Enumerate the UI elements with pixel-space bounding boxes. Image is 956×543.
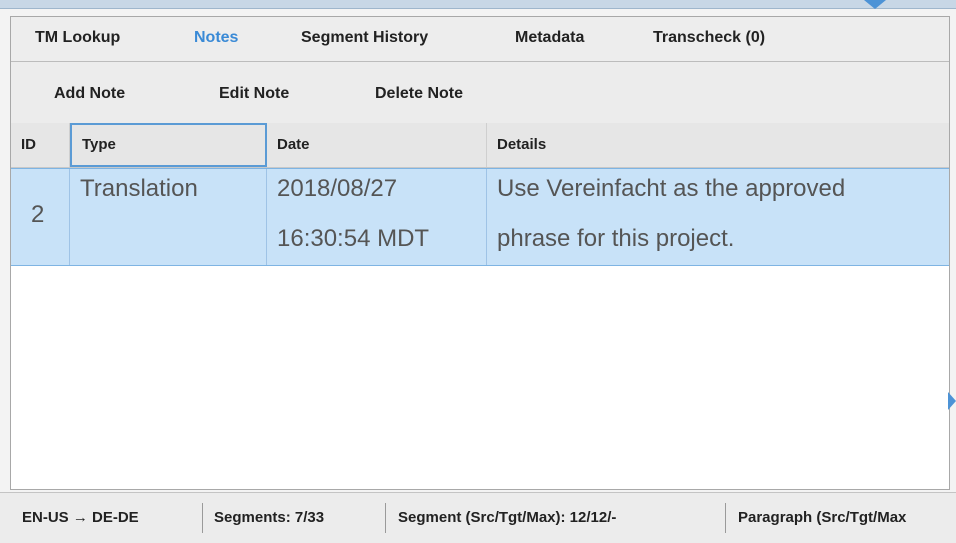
note-id-cell: 2 [11,169,70,265]
paragraph-counts: Paragraph (Src/Tgt/Max [738,509,907,526]
add-note-button[interactable]: Add Note [54,85,125,103]
note-details-line2: phrase for this project. [497,225,735,252]
column-header-details[interactable]: Details [487,123,949,167]
status-divider [202,503,203,533]
note-details-line1: Use Vereinfacht as the approved [497,175,846,202]
note-type-cell: Translation [70,169,267,265]
note-date: 2018/08/27 [277,175,398,202]
top-pane-edge [0,0,956,9]
status-divider [385,503,386,533]
note-type: Translation [80,175,198,202]
segment-counts: Segment (Src/Tgt/Max): 12/12/- [398,509,617,526]
note-time: 16:30:54 MDT [277,225,430,252]
delete-note-button[interactable]: Delete Note [375,85,463,103]
tab-bar: TM Lookup Notes Segment History Metadata… [11,17,949,62]
edit-note-button[interactable]: Edit Note [219,85,289,103]
tab-metadata[interactable]: Metadata [515,29,584,47]
notes-toolbar: Add Note Edit Note Delete Note [11,62,949,122]
table-header: ID Type Date Details [11,123,949,168]
tab-notes[interactable]: Notes [194,29,238,47]
pane-splitter-icon[interactable] [864,0,886,9]
side-pane-toggle-icon[interactable] [948,392,956,410]
notes-panel: TM Lookup Notes Segment History Metadata… [10,16,950,490]
segment-progress: Segments: 7/33 [214,509,325,526]
table-row[interactable]: 2 Translation 2018/08/27 16:30:54 MDT Us… [11,168,949,266]
tab-tm-lookup[interactable]: TM Lookup [35,29,120,47]
notes-table: ID Type Date Details 2 Translation 2018/… [11,123,949,489]
language-pair: EN-US → DE-DE [22,509,139,526]
tab-segment-history[interactable]: Segment History [301,29,428,47]
note-date-cell: 2018/08/27 16:30:54 MDT [267,169,487,265]
tab-transcheck[interactable]: Transcheck (0) [653,29,765,47]
column-header-type[interactable]: Type [70,123,267,167]
status-divider [725,503,726,533]
column-header-date[interactable]: Date [267,123,487,167]
status-bar: EN-US → DE-DE Segments: 7/33 Segment (Sr… [0,492,956,543]
column-header-id[interactable]: ID [11,123,70,167]
note-id: 2 [31,201,45,228]
note-details-cell: Use Vereinfacht as the approved phrase f… [487,169,949,265]
